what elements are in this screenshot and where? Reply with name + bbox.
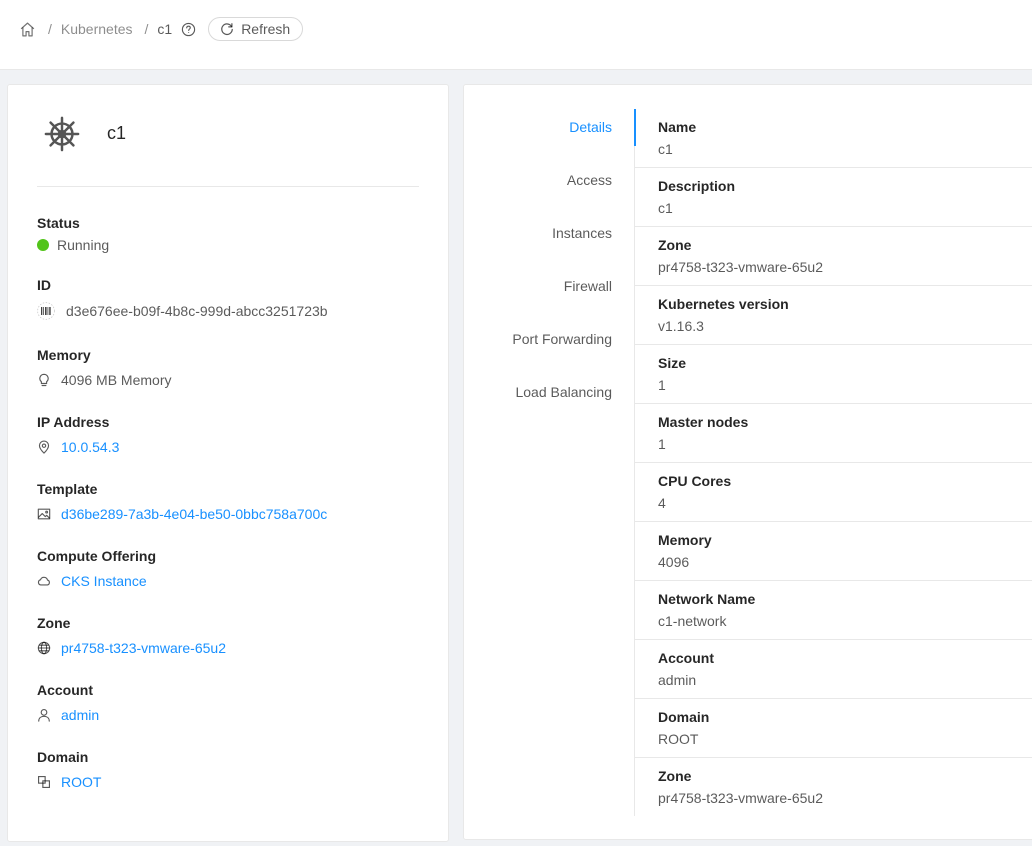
status-field: Status Running	[37, 213, 427, 255]
refresh-button[interactable]: Refresh	[208, 17, 304, 41]
id-field: ID d3e676ee-b09f-4b8c-999d-abcc3251723b	[37, 275, 427, 321]
status-value: Running	[57, 237, 110, 253]
detail-value: c1-network	[658, 613, 727, 629]
list-item: CPU Cores 4	[635, 463, 1032, 522]
list-item: Size 1	[635, 345, 1032, 404]
detail-label: Zone	[658, 237, 692, 253]
resource-info-card: c1 Status Running ID d3e676ee-b09f-4b8c-…	[7, 84, 449, 842]
status-badge	[37, 239, 49, 251]
tab-details[interactable]: Details	[569, 109, 612, 145]
memory-label: Memory	[37, 347, 91, 363]
detail-value: admin	[658, 672, 697, 688]
breadcrumb-separator: /	[144, 21, 149, 37]
detail-value: ROOT	[658, 731, 699, 747]
tab-access[interactable]: Access	[567, 162, 612, 198]
list-item: Master nodes 1	[635, 404, 1032, 463]
zone-field: Zone pr4758-t323-vmware-65u2	[37, 613, 427, 658]
breadcrumb-kubernetes[interactable]: Kubernetes	[61, 21, 133, 37]
breadcrumb: / Kubernetes / c1 Refresh	[18, 17, 304, 41]
id-value: d3e676ee-b09f-4b8c-999d-abcc3251723b	[66, 303, 328, 319]
detail-label: Master nodes	[658, 414, 749, 430]
account-field: Account admin	[37, 680, 427, 725]
domain-label: Domain	[37, 749, 89, 765]
environment-location-icon	[37, 440, 51, 454]
detail-label: Network Name	[658, 591, 756, 607]
details-card: Details Access Instances Firewall Port F…	[463, 84, 1032, 840]
detail-label: Domain	[658, 709, 710, 725]
tab-firewall[interactable]: Firewall	[564, 268, 612, 304]
resource-name: c1	[107, 123, 127, 143]
zone-link[interactable]: pr4758-t323-vmware-65u2	[61, 638, 226, 658]
reload-icon	[221, 23, 234, 36]
detail-value: 4	[658, 495, 666, 511]
question-circle-icon[interactable]	[181, 22, 196, 37]
detail-value: 1	[658, 436, 666, 452]
domain-link[interactable]: ROOT	[61, 772, 101, 792]
detail-label: Description	[658, 178, 736, 194]
template-field: Template d36be289-7a3b-4e04-be50-0bbc758…	[37, 479, 427, 524]
detail-value: c1	[658, 200, 673, 216]
tab-port-forwarding[interactable]: Port Forwarding	[512, 321, 612, 357]
list-item: Kubernetes version v1.16.3	[635, 286, 1032, 345]
list-item: Network Name c1-network	[635, 581, 1032, 640]
account-link[interactable]: admin	[61, 705, 99, 725]
tab-load-balancing[interactable]: Load Balancing	[515, 374, 612, 410]
status-label: Status	[37, 215, 80, 231]
detail-label: Zone	[658, 768, 692, 784]
ip-address-label: IP Address	[37, 414, 110, 430]
ip-address-field: IP Address 10.0.54.3	[37, 412, 427, 457]
id-label: ID	[37, 277, 51, 293]
home-icon[interactable]	[18, 20, 36, 38]
list-item: Zone pr4758-t323-vmware-65u2	[635, 227, 1032, 286]
ip-address-link[interactable]: 10.0.54.3	[61, 437, 119, 457]
kubernetes-helm-icon	[43, 115, 81, 153]
user-icon	[37, 708, 51, 722]
block-icon	[37, 775, 51, 789]
detail-value: 1	[658, 377, 666, 393]
list-item: Domain ROOT	[635, 699, 1032, 758]
detail-value: c1	[658, 141, 673, 157]
breadcrumb-current: c1	[157, 21, 173, 37]
detail-value: 4096	[658, 554, 690, 570]
compute-offering-label: Compute Offering	[37, 548, 156, 564]
cloud-icon	[37, 574, 51, 588]
detail-value: v1.16.3	[658, 318, 704, 334]
bulb-icon	[37, 373, 51, 387]
template-label: Template	[37, 481, 98, 497]
detail-label: Memory	[658, 532, 712, 548]
detail-label: CPU Cores	[658, 473, 732, 489]
detail-label: Kubernetes version	[658, 296, 789, 312]
domain-field: Domain ROOT	[37, 747, 427, 792]
tab-instances[interactable]: Instances	[552, 215, 612, 251]
detail-label: Account	[658, 650, 714, 666]
list-item: Name c1	[635, 109, 1032, 168]
vertical-tabs: Details Access Instances Firewall Port F…	[464, 109, 636, 816]
compute-offering-link[interactable]: CKS Instance	[61, 571, 147, 591]
breadcrumb-separator: /	[48, 21, 52, 37]
list-item: Description c1	[635, 168, 1032, 227]
detail-value: pr4758-t323-vmware-65u2	[658, 259, 823, 275]
list-item: Account admin	[635, 640, 1032, 699]
picture-icon	[37, 507, 51, 521]
refresh-label: Refresh	[241, 21, 291, 37]
template-link[interactable]: d36be289-7a3b-4e04-be50-0bbc758a700c	[61, 504, 327, 524]
memory-value: 4096 MB Memory	[61, 372, 172, 388]
top-bar: / Kubernetes / c1 Refresh	[0, 0, 1032, 70]
global-icon	[37, 641, 51, 655]
memory-field: Memory 4096 MB Memory	[37, 345, 427, 390]
detail-label: Size	[658, 355, 687, 371]
list-item: Zone pr4758-t323-vmware-65u2	[635, 758, 1032, 817]
detail-value: pr4758-t323-vmware-65u2	[658, 790, 823, 806]
compute-offering-field: Compute Offering CKS Instance	[37, 546, 427, 591]
account-label: Account	[37, 682, 93, 698]
resource-header: c1	[37, 113, 419, 187]
barcode-icon[interactable]	[37, 302, 55, 320]
list-item: Memory 4096	[635, 522, 1032, 581]
detail-label: Name	[658, 119, 697, 135]
zone-label: Zone	[37, 615, 71, 631]
